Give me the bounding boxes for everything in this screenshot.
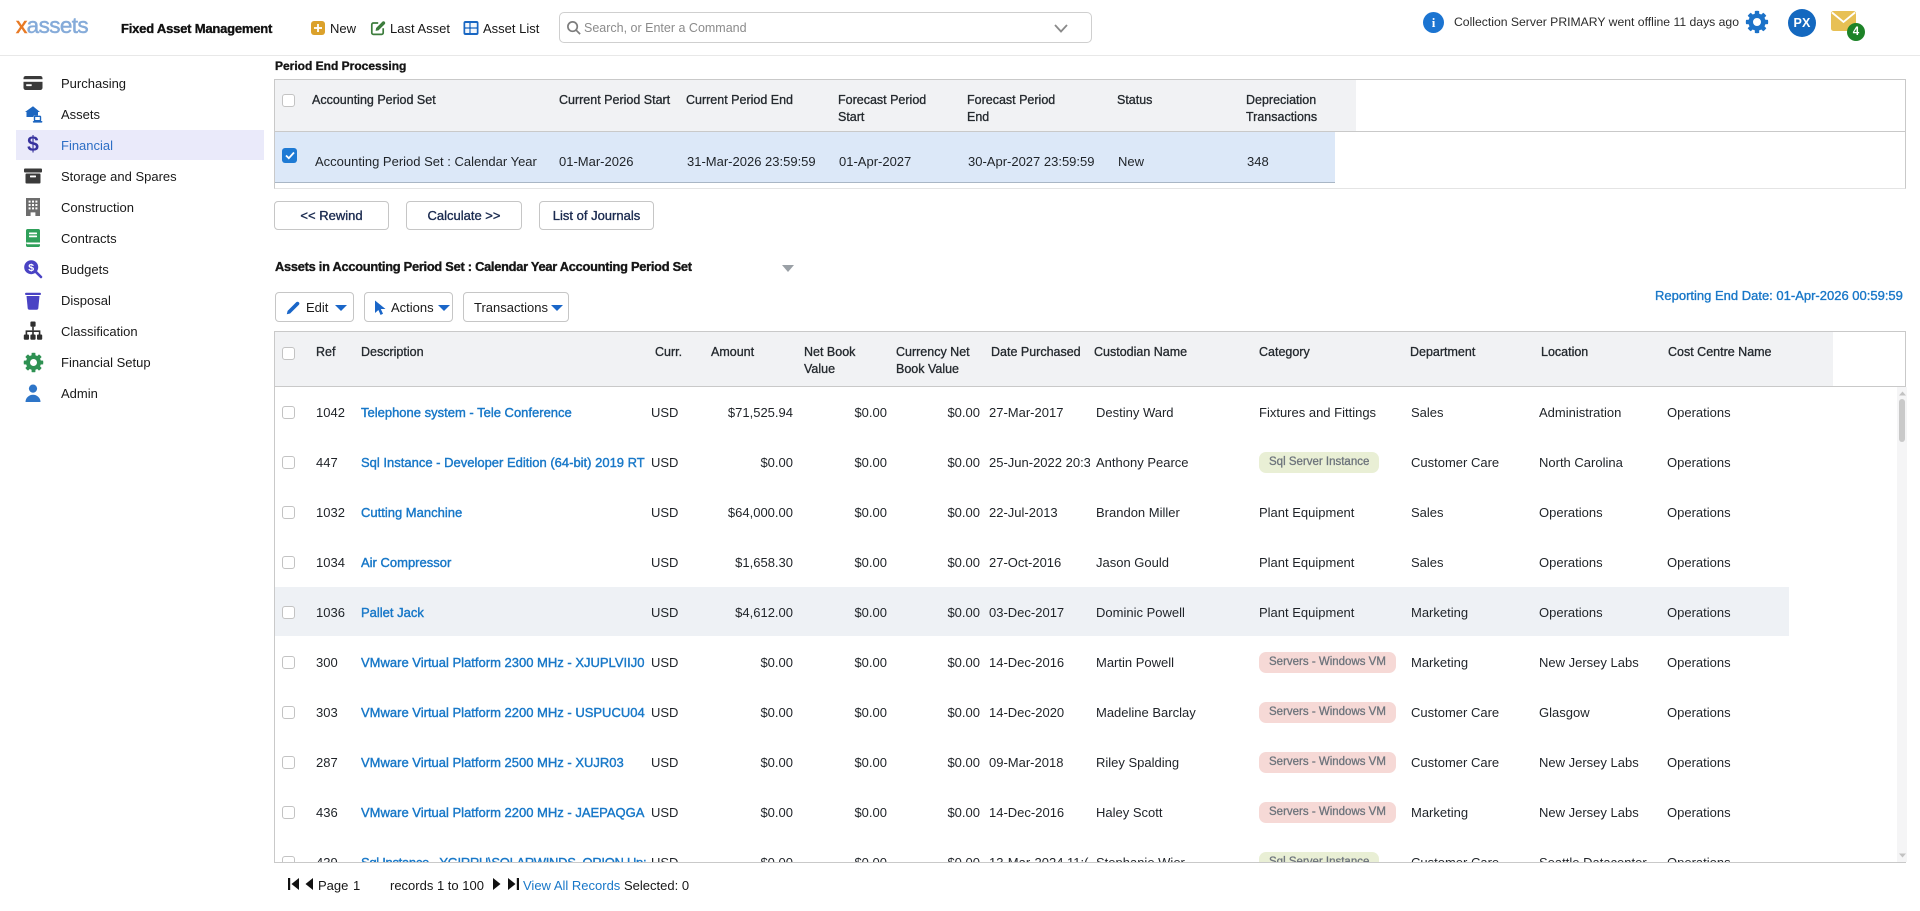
svg-text:$: $ [28,262,34,274]
